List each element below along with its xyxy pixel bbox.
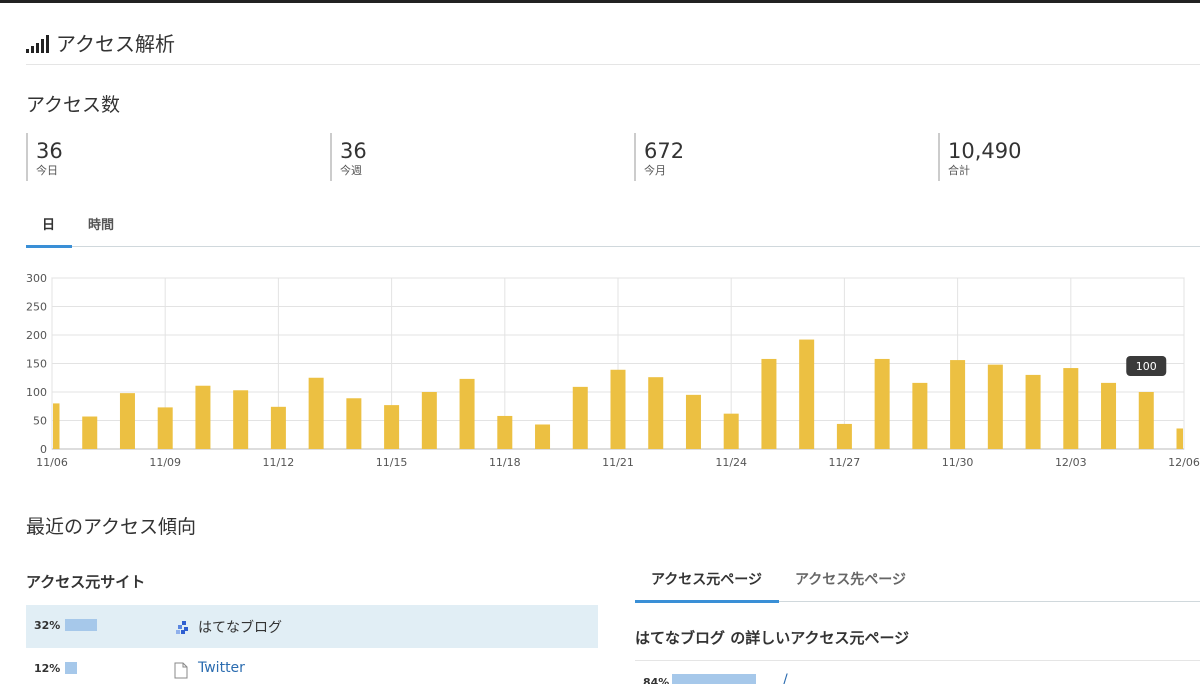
chart-bar [950, 360, 966, 449]
stat-today: 36 今日 [26, 133, 63, 181]
chart-bar [912, 382, 928, 449]
chart-bar [535, 424, 551, 449]
active-tab-indicator [635, 600, 779, 603]
stat-value: 672 [644, 139, 685, 163]
chart-bar [497, 415, 513, 449]
x-tick-label: 12/06 [1168, 456, 1200, 469]
chart-bar [308, 377, 324, 449]
y-tick-label: 50 [33, 415, 47, 428]
referrer-link[interactable]: Twitter [198, 660, 245, 676]
detail-divider [635, 660, 1200, 661]
header-divider [26, 64, 1200, 65]
signal-bars-icon [26, 33, 49, 53]
x-tick-label: 11/27 [829, 456, 861, 469]
referrer-percent: 32% [34, 619, 61, 632]
chart-bar [799, 339, 815, 449]
access-count-title: アクセス数 [26, 94, 121, 116]
chart-bar [119, 393, 135, 449]
stat-total: 10,490 合計 [938, 133, 1021, 181]
access-chart: 0 50 100 150 200 250 300 11/06 11/09 11/12 11/15 11… [26, 272, 1200, 469]
chart-bar [1176, 428, 1183, 449]
chart-tooltip-label: 100 [1136, 360, 1157, 373]
x-tick-label: 11/12 [263, 456, 295, 469]
chart-bar [1063, 368, 1079, 449]
referrer-share-bar [65, 662, 77, 674]
chart-bar [648, 377, 664, 449]
detail-row[interactable]: 84% / [635, 668, 1200, 684]
chart-bar [1101, 382, 1117, 449]
chart-bar [384, 405, 400, 449]
chart-bar [346, 398, 362, 449]
tab-hour[interactable]: 時間 [88, 214, 114, 233]
recent-trend-title: 最近のアクセス傾向 [26, 516, 197, 538]
x-tick-label: 11/09 [149, 456, 181, 469]
period-tabs: 日 時間 [26, 206, 1200, 248]
stat-month: 672 今月 [634, 133, 684, 181]
chart-bar [685, 394, 701, 449]
tab-day[interactable]: 日 [42, 214, 55, 233]
chart-bar [987, 364, 1003, 449]
referrer-row[interactable]: 32% はてなブログ [26, 605, 598, 648]
x-tick-label: 11/30 [942, 456, 974, 469]
y-tick-label: 150 [26, 358, 47, 371]
chart-bar [1025, 374, 1041, 449]
x-tick-label: 11/15 [376, 456, 408, 469]
stat-value: 10,490 [948, 139, 1022, 163]
chart-bar [723, 413, 739, 449]
chart-bar [157, 407, 173, 449]
chart-bar [270, 406, 286, 449]
page-header: アクセス解析 [26, 28, 175, 57]
referrer-row[interactable]: 12% Twitter [26, 648, 598, 691]
stat-label: 合計 [948, 164, 970, 177]
tab-source-pages[interactable]: アクセス元ページ [651, 569, 762, 589]
page-title: アクセス解析 [56, 32, 175, 56]
top-border [0, 0, 1200, 3]
page-tabs: アクセス元ページ アクセス先ページ [635, 559, 1200, 603]
chart-bar [421, 392, 437, 449]
x-tick-label: 11/18 [489, 456, 521, 469]
chart-bar [610, 369, 626, 449]
chart-bar [195, 385, 211, 449]
chart-bar [874, 358, 890, 449]
detail-page-link[interactable]: / [783, 672, 788, 684]
chart-bar [459, 378, 475, 449]
x-tick-label: 11/24 [715, 456, 747, 469]
chart-bar [233, 390, 249, 449]
stat-label: 今週 [340, 164, 362, 177]
chart-bar [1138, 392, 1154, 449]
chart-bar [761, 358, 777, 449]
hatena-blog-icon [174, 619, 190, 639]
detail-title: はてなブログ の詳しいアクセス元ページ [635, 629, 910, 647]
active-tab-indicator [26, 245, 72, 248]
chart-bar [53, 403, 60, 449]
y-tick-label: 100 [26, 386, 47, 399]
referrer-percent: 12% [34, 662, 61, 675]
referrer-name: はてなブログ [198, 620, 282, 636]
stat-week: 36 今週 [330, 133, 367, 181]
y-tick-label: 200 [26, 329, 47, 342]
chart-bar [572, 386, 588, 449]
chart-bar [836, 423, 852, 449]
chart-bar [82, 416, 98, 449]
x-tick-label: 11/21 [602, 456, 634, 469]
x-tick-label: 12/03 [1055, 456, 1087, 469]
referrer-sites-title: アクセス元サイト [26, 573, 146, 591]
stat-label: 今月 [644, 164, 666, 177]
stat-label: 今日 [36, 164, 58, 177]
document-icon [174, 662, 188, 683]
tab-destination-pages[interactable]: アクセス先ページ [795, 569, 906, 589]
y-tick-label: 300 [26, 272, 47, 285]
y-tick-label: 250 [26, 301, 47, 314]
detail-percent: 84% [643, 676, 670, 684]
referrer-share-bar [65, 619, 97, 631]
x-tick-label: 11/06 [36, 456, 68, 469]
detail-share-bar [672, 674, 756, 684]
stat-value: 36 [36, 139, 63, 163]
stat-value: 36 [340, 139, 367, 163]
y-tick-label: 0 [40, 443, 47, 456]
stats-row: 36 今日 36 今週 672 今月 10,490 合計 [26, 133, 1200, 183]
